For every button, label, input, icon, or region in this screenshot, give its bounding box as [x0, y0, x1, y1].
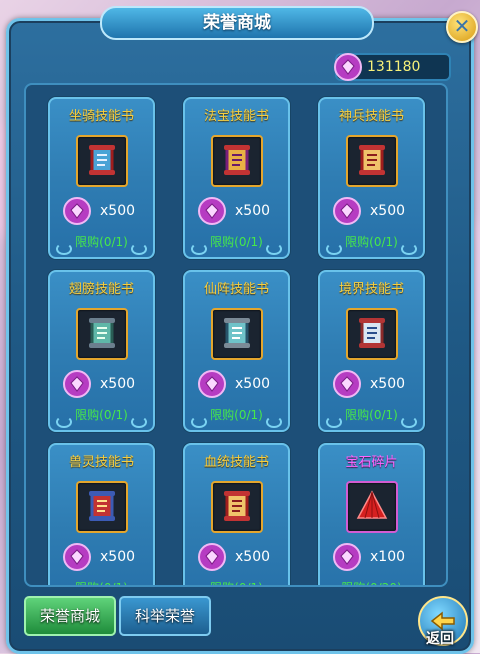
purple-gem-icon [333, 197, 361, 225]
tab-exam-honor[interactable]: 科举荣誉 [119, 596, 211, 636]
window-title: 荣誉商城 [100, 6, 374, 40]
item-card[interactable]: 神兵技能书 x500 限购(0/1) [318, 97, 425, 259]
purple-gem-icon [198, 370, 226, 398]
item-grid: 坐骑技能书 x500 限购(0/1) 法宝技能书 x500 限购(0/1) 神兵… [24, 83, 448, 587]
currency-display: 131180 [334, 53, 451, 81]
purple-gem-icon [333, 543, 361, 571]
item-card[interactable]: 法宝技能书 x500 限购(0/1) [183, 97, 290, 259]
item-slot[interactable] [76, 308, 128, 360]
item-name: 翅膀技能书 [68, 282, 134, 297]
purple-gem-icon [333, 370, 361, 398]
item-price: x500 [100, 203, 136, 219]
scroll-icon [359, 145, 385, 175]
purple-gem-icon [63, 543, 91, 571]
purple-gem-icon [63, 197, 91, 225]
swirl-ornament [191, 243, 207, 255]
scroll-icon [89, 491, 115, 521]
swirl-ornament [131, 243, 147, 255]
item-slot[interactable] [211, 308, 263, 360]
item-price: x100 [370, 549, 406, 565]
purchase-limit: 限购(0/1) [185, 579, 288, 585]
item-slot[interactable] [346, 135, 398, 187]
item-card[interactable]: 兽灵技能书 x500 限购(0/1) [48, 443, 155, 585]
item-price: x500 [235, 203, 271, 219]
swirl-ornament [131, 416, 147, 428]
swirl-ornament [56, 243, 72, 255]
item-price: x500 [100, 549, 136, 565]
tab-honor-shop[interactable]: 荣誉商城 [24, 596, 116, 636]
purchase-limit: 限购(0/20) [320, 579, 423, 585]
swirl-ornament [191, 416, 207, 428]
close-button[interactable]: ✕ [446, 11, 478, 43]
item-card[interactable]: 坐骑技能书 x500 限购(0/1) [48, 97, 155, 259]
item-price: x500 [370, 376, 406, 392]
swirl-ornament [56, 416, 72, 428]
swirl-ornament [326, 243, 342, 255]
purple-gem-icon [198, 543, 226, 571]
swirl-ornament [326, 416, 342, 428]
scroll-icon [224, 145, 250, 175]
item-card[interactable]: 血统技能书 x500 限购(0/1) [183, 443, 290, 585]
item-slot[interactable] [346, 308, 398, 360]
item-name: 仙阵技能书 [203, 282, 269, 297]
item-name: 法宝技能书 [203, 109, 269, 124]
item-slot[interactable] [76, 135, 128, 187]
item-card[interactable]: 宝石碎片 x100 限购(0/20) [318, 443, 425, 585]
item-slot[interactable] [76, 481, 128, 533]
return-label: 返回 [426, 631, 454, 647]
item-card[interactable]: 仙阵技能书 x500 限购(0/1) [183, 270, 290, 432]
swirl-ornament [266, 416, 282, 428]
item-name: 境界技能书 [338, 282, 404, 297]
scroll-icon [359, 318, 385, 348]
scroll-icon [89, 145, 115, 175]
item-name: 血统技能书 [203, 455, 269, 470]
item-price: x500 [370, 203, 406, 219]
item-price: x500 [100, 376, 136, 392]
item-card[interactable]: 翅膀技能书 x500 限购(0/1) [48, 270, 155, 432]
purple-gem-icon [63, 370, 91, 398]
item-name: 神兵技能书 [338, 109, 404, 124]
purple-gem-icon [198, 197, 226, 225]
swirl-ornament [401, 243, 417, 255]
item-price: x500 [235, 549, 271, 565]
scroll-icon [89, 318, 115, 348]
item-price: x500 [235, 376, 271, 392]
purple-gem-icon [334, 53, 362, 81]
item-slot[interactable] [211, 135, 263, 187]
swirl-ornament [266, 243, 282, 255]
item-slot[interactable] [346, 481, 398, 533]
close-icon: ✕ [453, 14, 471, 38]
item-slot[interactable] [211, 481, 263, 533]
currency-value: 131180 [367, 59, 421, 75]
purchase-limit: 限购(0/1) [50, 579, 153, 585]
item-name: 坐骑技能书 [68, 109, 134, 124]
swirl-ornament [401, 416, 417, 428]
item-name: 兽灵技能书 [68, 455, 134, 470]
red-gem-shard-icon [356, 490, 388, 519]
scroll-icon [224, 491, 250, 521]
item-card[interactable]: 境界技能书 x500 限购(0/1) [318, 270, 425, 432]
scroll-icon [224, 318, 250, 348]
item-name: 宝石碎片 [345, 455, 398, 470]
